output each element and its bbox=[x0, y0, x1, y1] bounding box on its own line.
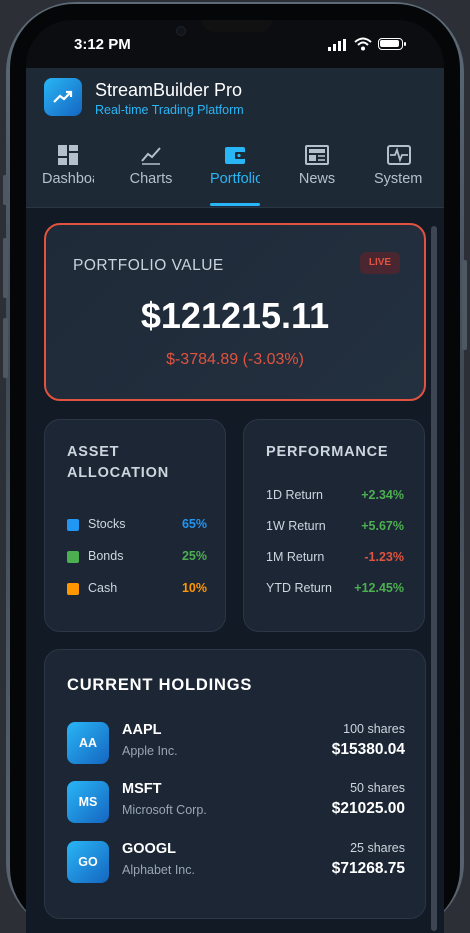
performance-title: PERFORMANCE bbox=[266, 444, 389, 460]
performance-value: +2.34% bbox=[361, 488, 404, 502]
tab-news[interactable]: News bbox=[280, 138, 354, 206]
app: StreamBuilder Pro Real-time Trading Plat… bbox=[26, 68, 444, 933]
current-holdings-title: CURRENT HOLDINGS bbox=[67, 676, 253, 694]
pulse-monitor-icon bbox=[387, 145, 411, 165]
holding-value: $71268.75 bbox=[331, 860, 405, 877]
holding-badge: AA bbox=[67, 722, 109, 764]
allocation-swatch bbox=[67, 551, 79, 563]
holding-value: $15380.04 bbox=[331, 741, 405, 758]
status-bar: 3:12 PM bbox=[26, 20, 444, 68]
performance-label: 1D Return bbox=[266, 488, 323, 502]
holding-row[interactable]: GO GOOGL Alphabet Inc. 25 shares $71268.… bbox=[67, 841, 405, 885]
app-title: StreamBuilder Pro bbox=[95, 80, 243, 100]
performance-row: 1W Return +5.67% bbox=[266, 519, 404, 535]
performance-label: 1M Return bbox=[266, 550, 325, 564]
portfolio-change: $-3784.89 (-3.03%) bbox=[166, 351, 304, 368]
dashboard-icon bbox=[58, 145, 78, 165]
holding-company: Microsoft Corp. bbox=[122, 803, 207, 817]
tab-portfolio-label: Portfolio bbox=[210, 171, 260, 187]
allocation-swatch bbox=[67, 519, 79, 531]
portfolio-value-label: PORTFOLIO VALUE bbox=[73, 257, 224, 274]
power-button bbox=[462, 260, 467, 350]
live-badge: LIVE bbox=[360, 252, 400, 274]
holding-symbol: AAPL bbox=[122, 722, 162, 738]
volume-down-button bbox=[3, 318, 8, 378]
performance-card: PERFORMANCE 1D Return +2.34% 1W Return +… bbox=[243, 419, 425, 632]
allocation-name: Bonds bbox=[88, 549, 124, 563]
app-subtitle: Real-time Trading Platform bbox=[95, 103, 244, 117]
holding-row[interactable]: AA AAPL Apple Inc. 100 shares $15380.04 bbox=[67, 722, 405, 766]
performance-row: YTD Return +12.45% bbox=[266, 581, 404, 597]
asset-allocation-card: ASSET ALLOCATION Stocks 65% Bonds 25% Ca… bbox=[44, 419, 226, 632]
holding-shares: 25 shares bbox=[350, 841, 405, 855]
tab-system-label: System bbox=[374, 171, 423, 187]
holding-symbol: MSFT bbox=[122, 781, 162, 797]
camera bbox=[176, 26, 186, 36]
dynamic-island bbox=[202, 20, 272, 32]
battery-icon bbox=[378, 38, 406, 50]
performance-value: +5.67% bbox=[361, 519, 404, 533]
signal-icon bbox=[328, 39, 346, 51]
chart-line-icon bbox=[141, 147, 161, 165]
wifi-icon bbox=[354, 37, 372, 51]
holding-symbol: GOOGL bbox=[122, 841, 176, 857]
allocation-percent: 10% bbox=[181, 581, 207, 595]
tab-portfolio[interactable]: Portfolio bbox=[210, 138, 260, 206]
holding-value: $21025.00 bbox=[331, 800, 405, 817]
performance-row: 1M Return -1.23% bbox=[266, 550, 404, 566]
scrollbar[interactable] bbox=[431, 226, 437, 931]
tab-bar: Dashboard Charts Portfolio bbox=[26, 138, 444, 206]
performance-row: 1D Return +2.34% bbox=[266, 488, 404, 504]
wallet-icon bbox=[225, 147, 245, 164]
allocation-percent: 65% bbox=[181, 517, 207, 531]
holding-badge: GO bbox=[67, 841, 109, 883]
holding-shares: 50 shares bbox=[350, 781, 405, 795]
holding-shares: 100 shares bbox=[343, 722, 405, 736]
performance-value: -1.23% bbox=[364, 550, 404, 564]
app-logo bbox=[44, 78, 82, 116]
allocation-name: Cash bbox=[88, 581, 118, 595]
performance-value: +12.45% bbox=[354, 581, 404, 595]
mute-switch bbox=[3, 175, 8, 205]
tab-news-label: News bbox=[298, 171, 336, 187]
holding-badge: MS bbox=[67, 781, 109, 823]
tab-charts[interactable]: Charts bbox=[114, 138, 188, 206]
allocation-name: Stocks bbox=[88, 517, 126, 531]
tab-dashboard-label: Dashboard bbox=[42, 171, 94, 187]
trending-up-icon bbox=[53, 90, 73, 103]
portfolio-value: $121215.11 bbox=[140, 295, 330, 336]
allocation-swatch bbox=[67, 583, 79, 595]
portfolio-value-card: PORTFOLIO VALUE LIVE $121215.11 $-3784.8… bbox=[44, 223, 426, 401]
screen: 3:12 PM StreamBuilder Pro Real-time Trad… bbox=[26, 20, 444, 933]
volume-up-button bbox=[3, 238, 8, 298]
app-header: StreamBuilder Pro Real-time Trading Plat… bbox=[26, 68, 444, 208]
holding-company: Apple Inc. bbox=[122, 744, 178, 758]
tab-charts-label: Charts bbox=[129, 171, 173, 187]
tab-system[interactable]: System bbox=[374, 138, 424, 206]
asset-allocation-title: ASSET ALLOCATION bbox=[67, 444, 169, 481]
allocation-row: Bonds 25% bbox=[67, 549, 207, 565]
allocation-percent: 25% bbox=[181, 549, 207, 563]
newspaper-icon bbox=[305, 145, 329, 165]
holding-company: Alphabet Inc. bbox=[122, 863, 195, 877]
allocation-row: Cash 10% bbox=[67, 581, 207, 597]
performance-label: YTD Return bbox=[266, 581, 332, 595]
performance-label: 1W Return bbox=[266, 519, 326, 533]
current-holdings-card: CURRENT HOLDINGS AA AAPL Apple Inc. 100 … bbox=[44, 649, 426, 919]
status-time: 3:12 PM bbox=[74, 36, 131, 53]
allocation-row: Stocks 65% bbox=[67, 517, 207, 533]
holding-row[interactable]: MS MSFT Microsoft Corp. 50 shares $21025… bbox=[67, 781, 405, 825]
tab-dashboard[interactable]: Dashboard bbox=[42, 138, 94, 206]
